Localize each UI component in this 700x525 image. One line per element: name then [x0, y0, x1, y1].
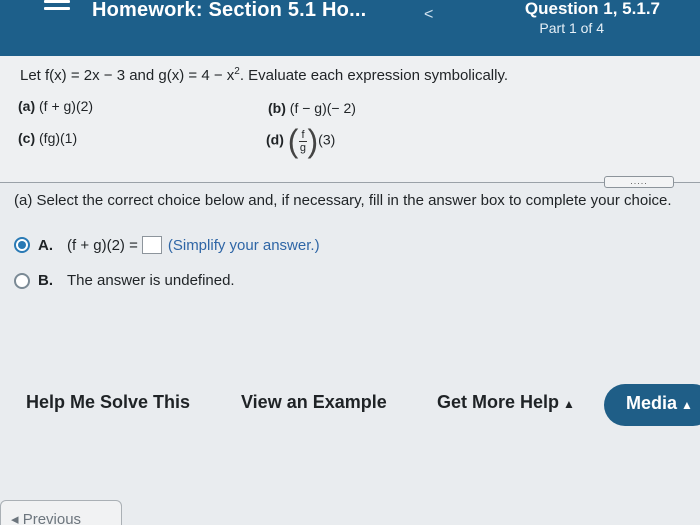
previous-button[interactable]: ◂ Previous	[0, 500, 122, 525]
problem-statement: Let f(x) = 2x − 3 and g(x) = 4 − x2. Eva…	[20, 66, 509, 84]
caret-up-icon: ▲	[681, 398, 693, 412]
help-me-solve-button[interactable]: Help Me Solve This	[26, 392, 190, 413]
hint-text: (Simplify your answer.)	[167, 236, 320, 254]
choice-a[interactable]: A. (f + g)(2) = (Simplify your answer.)	[14, 236, 320, 254]
menu-icon[interactable]	[44, 0, 70, 14]
question-instruction: (a) Select the correct choice below and,…	[14, 192, 672, 209]
choice-b[interactable]: B. The answer is undefined.	[14, 272, 235, 289]
expand-button[interactable]: .....	[604, 176, 674, 188]
question-title: Question 1, 5.1.7	[524, 0, 660, 18]
header-bar: Homework: Section 5.1 Ho... < Question 1…	[0, 0, 700, 56]
view-example-button[interactable]: View an Example	[241, 392, 387, 413]
part-indicator: Part 1 of 4	[539, 20, 604, 36]
homework-title: Homework: Section 5.1 Ho...	[92, 0, 367, 21]
problem-panel: Let f(x) = 2x − 3 and g(x) = 4 − x2. Eva…	[0, 56, 700, 182]
part-c: (c) (fg)(1)	[18, 130, 78, 146]
part-a: (a) (f + g)(2)	[18, 98, 94, 114]
section-divider	[0, 182, 700, 183]
media-button[interactable]: Media ▲	[604, 384, 700, 426]
get-more-help-button[interactable]: Get More Help ▲	[437, 392, 575, 413]
caret-up-icon: ▲	[563, 397, 575, 411]
answer-input[interactable]	[141, 236, 162, 254]
part-b: (b) (f − g)(− 2)	[268, 100, 356, 116]
part-d: (d) (f g)(3)	[266, 123, 336, 159]
fraction: fg	[299, 128, 307, 154]
radio-b[interactable]	[14, 272, 30, 289]
radio-a[interactable]	[14, 237, 30, 253]
chevron-left-icon[interactable]: <	[424, 6, 433, 24]
